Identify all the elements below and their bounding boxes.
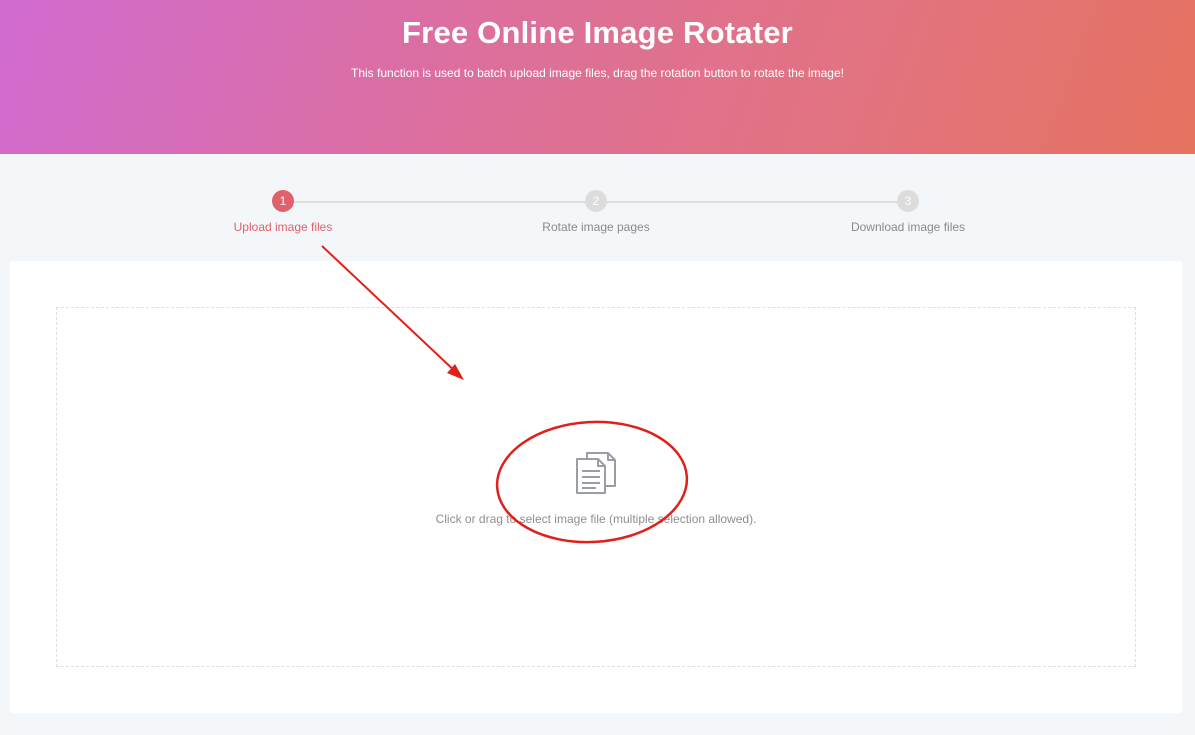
step-label: Download image files [850,220,966,234]
page-subtitle: This function is used to batch upload im… [351,66,844,80]
step-number: 1 [272,190,294,212]
page-header: Free Online Image Rotater This function … [0,0,1195,154]
file-copy-icon [574,450,618,496]
step-label: Upload image files [233,220,333,234]
step-download: 3 Download image files [808,190,1008,234]
step-number: 2 [585,190,607,212]
page-title: Free Online Image Rotater [402,15,793,50]
upload-panel: Click or drag to select image file (mult… [10,261,1182,713]
progress-steps: 1 Upload image files 2 Rotate image page… [0,190,1195,240]
step-rotate: 2 Rotate image pages [496,190,696,234]
dropzone-instruction: Click or drag to select image file (mult… [435,512,757,526]
step-upload: 1 Upload image files [183,190,383,234]
step-label: Rotate image pages [542,220,650,234]
step-number: 3 [897,190,919,212]
file-dropzone[interactable]: Click or drag to select image file (mult… [56,307,1136,667]
